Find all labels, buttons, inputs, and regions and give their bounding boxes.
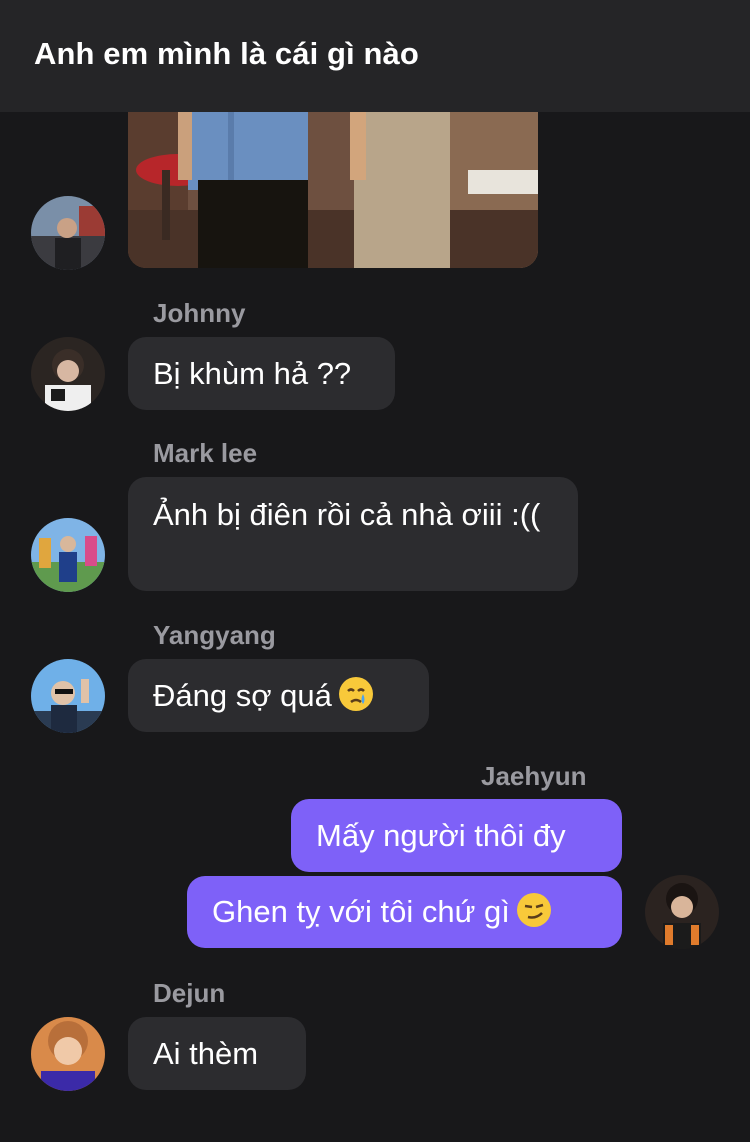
avatar[interactable] [645, 875, 719, 949]
chat-title[interactable]: Anh em mình là cái gì nào [34, 34, 419, 74]
message-bubble[interactable]: Ảnh bị điên rồi cả nhà ơiii :(( [128, 477, 578, 591]
chat-header: Anh em mình là cái gì nào [0, 0, 750, 112]
avatar[interactable] [31, 196, 105, 270]
message-text: Ai thèm [153, 1036, 259, 1071]
message-text: Ảnh bị điên rồi cả nhà ơiii :(( [153, 497, 541, 532]
sender-name: Dejun [153, 978, 226, 1008]
crying-face-emoji [338, 665, 374, 738]
sender-name: Johnny [153, 298, 246, 328]
message-text: Ghen tỵ với tôi chứ gì [212, 894, 510, 929]
message-bubble[interactable]: Ghen tỵ với tôi chứ gì [187, 876, 622, 948]
message-text: Đáng sợ quá [153, 678, 332, 713]
message-text: Bị khùm hả ?? [153, 356, 352, 391]
smirking-face-emoji [516, 882, 552, 954]
avatar[interactable] [31, 1017, 105, 1091]
avatar[interactable] [31, 659, 105, 733]
avatar[interactable] [31, 337, 105, 411]
message-bubble[interactable]: Đáng sợ quá [128, 659, 429, 732]
sender-name: Yangyang [153, 620, 276, 650]
message-bubble[interactable]: Mấy người thôi đy [291, 799, 622, 872]
avatar[interactable] [31, 518, 105, 592]
sender-name: Mark lee [153, 438, 258, 468]
message-bubble[interactable]: Ai thèm [128, 1017, 306, 1090]
sender-name: Jaehyun [481, 761, 587, 791]
message-bubble[interactable]: Bị khùm hả ?? [128, 337, 395, 410]
message-text: Mấy người thôi đy [316, 818, 566, 853]
